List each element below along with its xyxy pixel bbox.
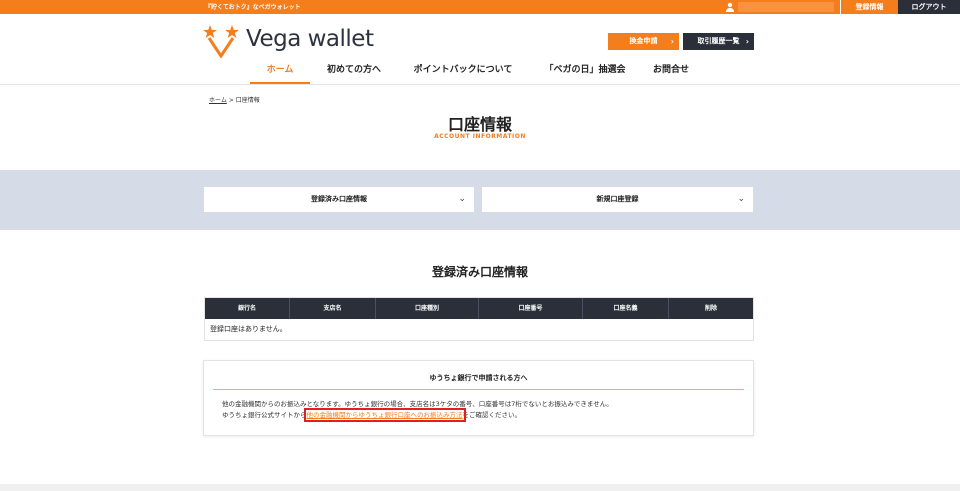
column-delete: 削除: [704, 305, 717, 312]
registered-accounts-dropdown-label: 登録済み口座情報: [311, 195, 367, 203]
logout-button[interactable]: ログアウト: [898, 0, 960, 14]
chevron-down-icon: ⌄: [458, 194, 466, 204]
nav-point-back[interactable]: ポイントバックについて: [408, 60, 518, 84]
transaction-history-button[interactable]: 取引履歴一覧 ›: [683, 33, 754, 50]
footer-strip: [0, 484, 960, 491]
breadcrumb-home[interactable]: ホーム: [209, 97, 227, 104]
transaction-history-label: 取引履歴一覧: [697, 37, 740, 45]
yucho-transfer-method-link[interactable]: 他の金融機関からゆうちょ銀行口座へのお振込み方法: [303, 408, 466, 422]
page-subtitle: ACCOUNT INFORMATION: [434, 133, 526, 140]
nav-contact[interactable]: お問合せ: [648, 60, 694, 84]
nav-first-time[interactable]: 初めての方へ: [320, 60, 388, 84]
table-empty-message: 登録口座はありません。: [210, 325, 287, 333]
yucho-info-line2: ゆうちょ銀行公式サイトから他の金融機関からゆうちょ銀行口座へのお振込み方法をご確…: [222, 408, 522, 422]
chevron-down-icon: ⌄: [737, 194, 745, 204]
chevron-right-icon: ›: [670, 37, 674, 46]
yucho-info-title: ゆうちょ銀行で申請される方へ: [429, 374, 528, 382]
yucho-info-divider: [213, 389, 744, 390]
new-account-dropdown-label: 新規口座登録: [596, 195, 639, 203]
nav-lottery[interactable]: 「ベガの日」抽選会: [540, 60, 630, 84]
yucho-info-line1: 他の金融機関からのお振込みとなります。ゆうちょ銀行の場合、支店名は3ケタの番号、…: [222, 400, 613, 408]
dropdown-band: [0, 170, 960, 230]
logo-stars-icon: [203, 25, 239, 58]
exchange-request-label: 換金申請: [629, 37, 658, 45]
column-bank-name: 銀行名: [205, 298, 290, 319]
user-name-field: [738, 2, 834, 12]
tagline: 『貯くてお卜ク』なベガウォレット: [205, 4, 301, 11]
logo[interactable]: Vega wallet: [203, 24, 383, 58]
chevron-right-icon: ›: [745, 37, 749, 46]
registration-info-button[interactable]: 登録情報: [840, 0, 898, 14]
accounts-table-header: 銀行名 支店名 口座種別 口座番号 口座名義 削除: [205, 298, 753, 319]
yucho-info-line2-prefix: ゆうちょ銀行公式サイトから: [222, 411, 307, 419]
header-divider: [0, 84, 960, 85]
breadcrumb: ホーム > 口座情報: [209, 95, 260, 104]
logo-text: Vega wallet: [246, 26, 374, 52]
breadcrumb-current: 口座情報: [235, 97, 260, 104]
main-nav: ホーム 初めての方へ ポイントバックについて 「ベガの日」抽選会 お問合せ: [250, 60, 710, 84]
column-account-number: 口座番号: [479, 298, 583, 319]
column-account-type: 口座種別: [376, 298, 479, 319]
user-icon: [726, 2, 734, 12]
registered-section-title: 登録済み口座情報: [431, 265, 528, 279]
accounts-table: 銀行名 支店名 口座種別 口座番号 口座名義 削除 登録口座はありません。: [204, 297, 754, 341]
column-account-holder: 口座名義: [583, 298, 669, 319]
new-account-dropdown[interactable]: 新規口座登録 ⌄: [482, 187, 753, 212]
column-branch-name: 支店名: [290, 298, 376, 319]
breadcrumb-separator: >: [228, 97, 234, 104]
top-bar: 『貯くてお卜ク』なベガウォレット 登録情報 ログアウト: [0, 0, 960, 14]
nav-home[interactable]: ホーム: [250, 60, 310, 84]
yucho-info-box: ゆうちょ銀行で申請される方へ 他の金融機関からのお振込みとなります。ゆうちょ銀行…: [203, 360, 754, 436]
yucho-info-line2-suffix: をご確認ください。: [462, 411, 522, 419]
page-title: 口座情報: [447, 115, 512, 134]
exchange-request-button[interactable]: 換金申請 ›: [608, 33, 679, 50]
registered-accounts-dropdown[interactable]: 登録済み口座情報 ⌄: [204, 187, 474, 212]
